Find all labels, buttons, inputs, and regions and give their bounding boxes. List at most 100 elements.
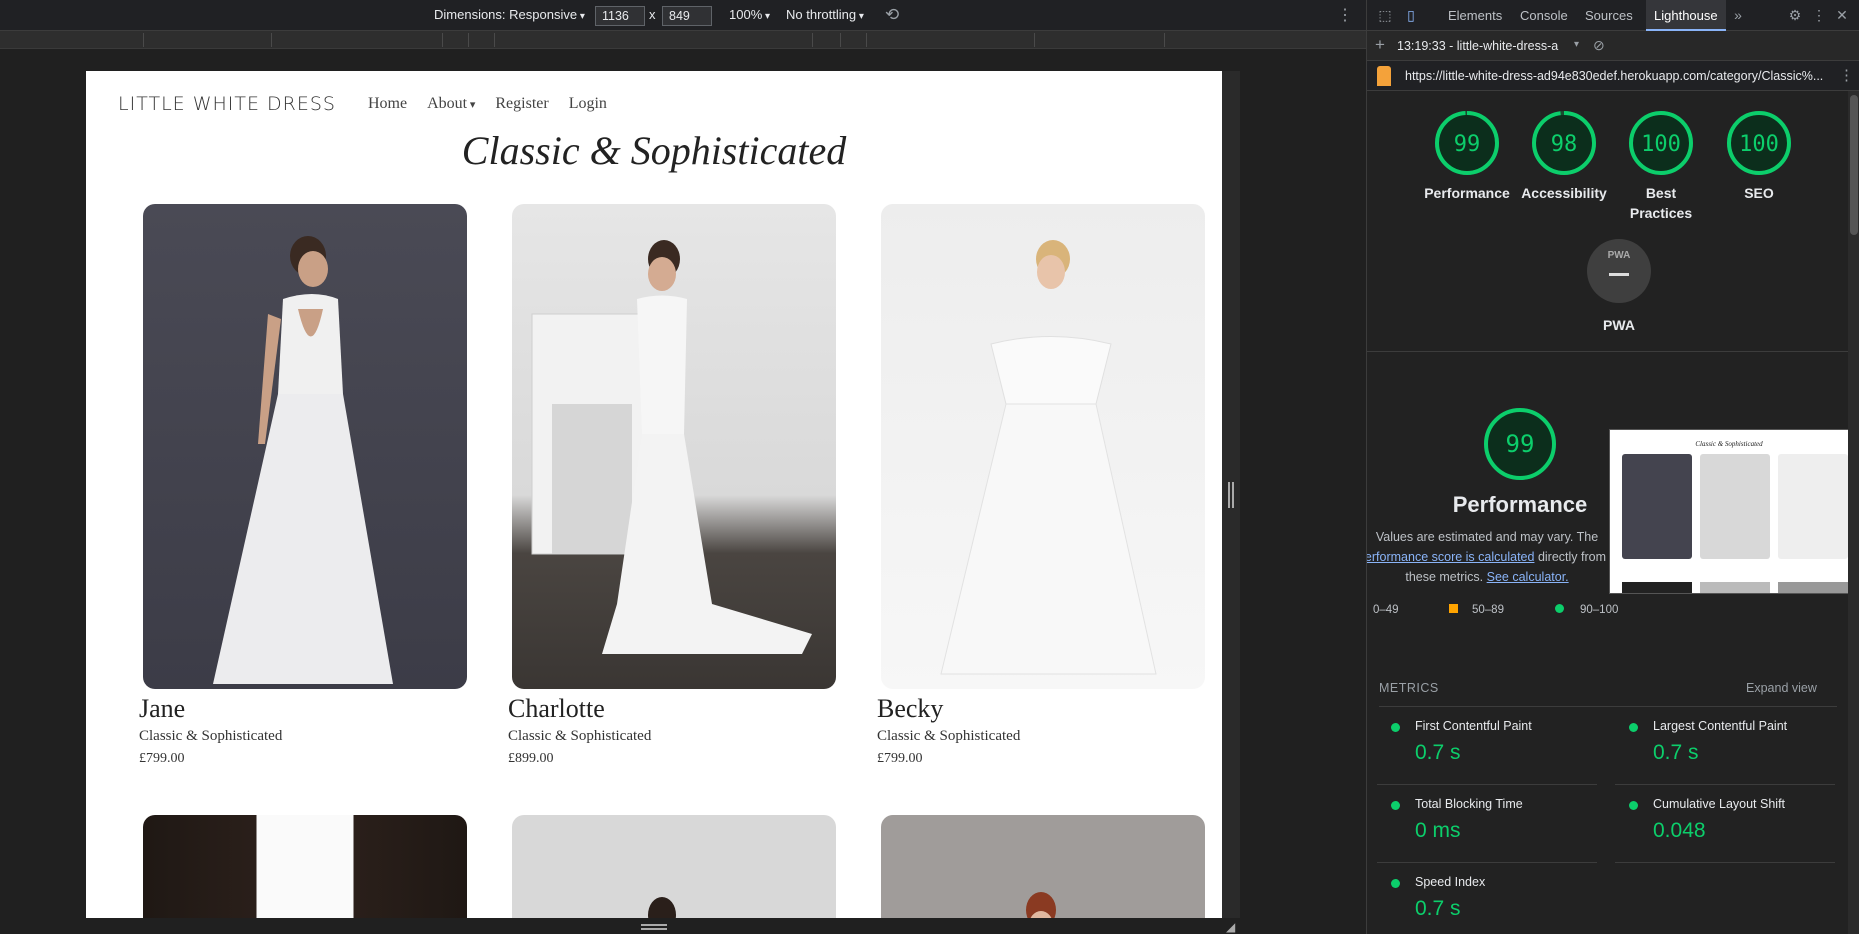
product-category: Classic & Sophisticated xyxy=(139,728,283,744)
site-navbar: LITTLE WHITE DRESS Home About Register L… xyxy=(118,89,607,119)
pass-circle-icon xyxy=(1391,801,1400,810)
score-value: 100 xyxy=(1641,132,1681,157)
average-square-icon xyxy=(1449,604,1458,613)
gauge-label: SEO xyxy=(1744,185,1774,201)
legend-average: 50–89 xyxy=(1449,604,1504,616)
viewport-bottom-resize-handle[interactable] xyxy=(641,924,667,930)
product-price: £799.00 xyxy=(139,751,185,766)
legend-fail: 0–49 xyxy=(1373,604,1399,616)
performance-description: Values are estimated and may vary. The p… xyxy=(1367,527,1607,587)
pwa-badge-icon: PWA xyxy=(1587,239,1651,303)
product-category: Classic & Sophisticated xyxy=(508,728,652,744)
product-image[interactable] xyxy=(512,815,836,918)
devtools-tabbar: ⬚ ▯ Elements Console Sources Lighthouse … xyxy=(1367,0,1859,31)
score-value: 100 xyxy=(1739,132,1779,157)
close-icon[interactable]: ✕ xyxy=(1834,7,1850,23)
height-input[interactable] xyxy=(662,6,712,26)
pass-circle-icon xyxy=(1391,723,1400,732)
legend-pass: 90–100 xyxy=(1555,604,1618,616)
see-calculator-link[interactable]: See calculator. xyxy=(1487,570,1569,584)
pass-circle-icon xyxy=(1391,879,1400,888)
score-value: 99 xyxy=(1454,132,1481,157)
report-url[interactable]: https://little-white-dress-ad94e830edef.… xyxy=(1405,69,1825,83)
more-options-icon[interactable]: ⋮ xyxy=(1337,5,1353,25)
pass-circle-icon xyxy=(1555,604,1564,613)
tab-sources[interactable]: Sources xyxy=(1577,0,1641,31)
lighthouse-logo-icon xyxy=(1377,66,1391,86)
gauge-seo[interactable]: 100 SEO xyxy=(1710,109,1808,203)
product-card[interactable]: Charlotte Classic & Sophisticated £899.0… xyxy=(508,204,836,767)
gauge-best-practices[interactable]: 100 Best Practices xyxy=(1612,109,1710,223)
score-ring: 100 xyxy=(1629,111,1693,175)
final-screenshot-thumbnail[interactable]: Classic & Sophisticated xyxy=(1609,429,1849,594)
metric-speed-index: Speed Index 0.7 s xyxy=(1377,875,1597,921)
devtools-scrollbar[interactable] xyxy=(1848,91,1859,934)
score-calculated-link[interactable]: performance score is calculated xyxy=(1367,550,1534,564)
width-input[interactable] xyxy=(595,6,645,26)
product-image[interactable] xyxy=(143,204,467,689)
lighthouse-report-bar: + 13:19:33 - little-white-dress-a ▾ ⊘ xyxy=(1367,31,1859,61)
new-report-icon[interactable]: + xyxy=(1375,35,1385,55)
pass-circle-icon xyxy=(1629,801,1638,810)
inspect-element-icon[interactable]: ⬚ xyxy=(1377,7,1393,23)
report-selector[interactable]: 13:19:33 - little-white-dress-a xyxy=(1397,39,1558,53)
viewport-resize-handle[interactable] xyxy=(1228,482,1234,508)
device-toolbar-icon[interactable]: ▯ xyxy=(1403,7,1419,23)
product-name[interactable]: Becky xyxy=(877,694,1205,724)
more-options-icon[interactable]: ⋮ xyxy=(1811,7,1827,23)
devtools-panel: ⬚ ▯ Elements Console Sources Lighthouse … xyxy=(1366,0,1859,934)
viewport-corner-resize-handle[interactable]: ◢ xyxy=(1226,920,1240,934)
chevron-down-icon[interactable]: ▾ xyxy=(1574,39,1579,50)
product-image[interactable] xyxy=(512,204,836,689)
nav-about[interactable]: About xyxy=(427,95,475,113)
clear-icon[interactable]: ⊘ xyxy=(1593,37,1605,54)
product-image[interactable] xyxy=(881,204,1205,689)
scrollbar-thumb[interactable] xyxy=(1850,95,1858,235)
gauge-accessibility[interactable]: 98 Accessibility xyxy=(1515,109,1613,203)
dimensions-dropdown[interactable]: Dimensions: Responsive xyxy=(434,7,585,22)
lighthouse-report: 99 Performance 98 Accessibility 100 Best Prac… xyxy=(1367,91,1859,934)
settings-icon[interactable]: ⚙ xyxy=(1787,7,1803,23)
nav-login[interactable]: Login xyxy=(569,95,607,113)
more-tabs-icon[interactable]: » xyxy=(1730,7,1746,23)
product-image[interactable] xyxy=(143,815,467,918)
metric-cls: Cumulative Layout Shift 0.048 xyxy=(1615,797,1835,843)
performance-gauge-ring: 99 xyxy=(1484,408,1556,480)
product-card[interactable]: Becky Classic & Sophisticated £799.00 xyxy=(877,204,1205,767)
pwa-gauge[interactable]: PWA PWA xyxy=(1564,239,1674,335)
nav-home[interactable]: Home xyxy=(368,95,407,113)
score-value: 98 xyxy=(1551,132,1578,157)
gauge-performance[interactable]: 99 Performance xyxy=(1418,109,1516,203)
product-name[interactable]: Jane xyxy=(139,694,467,724)
emulated-page: LITTLE WHITE DRESS Home About Register L… xyxy=(86,71,1222,918)
brand-logo[interactable]: LITTLE WHITE DRESS xyxy=(118,93,336,115)
performance-summary-gauge: 99 Performance xyxy=(1440,406,1600,518)
pwa-badge-text: PWA xyxy=(1607,250,1631,261)
performance-title: Performance xyxy=(1452,492,1588,517)
gauge-label: Performance xyxy=(1424,185,1510,201)
svg-text:99: 99 xyxy=(1506,430,1535,458)
score-ring: 99 xyxy=(1435,111,1499,175)
tab-console[interactable]: Console xyxy=(1512,0,1576,31)
score-ring: 98 xyxy=(1532,111,1596,175)
product-price: £799.00 xyxy=(877,751,923,766)
nav-register[interactable]: Register xyxy=(495,95,548,113)
metrics-heading: METRICS xyxy=(1379,681,1439,695)
rotate-icon[interactable]: ⟲ xyxy=(885,5,899,25)
zoom-dropdown[interactable]: 100% xyxy=(729,7,770,22)
metric-fcp: First Contentful Paint 0.7 s xyxy=(1377,719,1597,765)
metric-lcp: Largest Contentful Paint 0.7 s xyxy=(1615,719,1835,765)
url-menu-icon[interactable]: ⋮ xyxy=(1839,66,1854,84)
throttling-dropdown[interactable]: No throttling xyxy=(786,7,864,22)
tab-lighthouse[interactable]: Lighthouse xyxy=(1646,0,1726,31)
tab-elements[interactable]: Elements xyxy=(1440,0,1510,31)
product-card[interactable]: Jane Classic & Sophisticated £799.00 xyxy=(139,204,467,767)
product-name[interactable]: Charlotte xyxy=(508,694,836,724)
gauge-label: Accessibility xyxy=(1521,185,1607,201)
expand-view-toggle[interactable]: Expand view xyxy=(1746,681,1817,695)
lighthouse-url-bar: https://little-white-dress-ad94e830edef.… xyxy=(1367,61,1859,91)
gauge-label: Best Practices xyxy=(1629,185,1693,221)
media-query-bar[interactable] xyxy=(0,31,1366,49)
product-image[interactable] xyxy=(881,815,1205,918)
metric-tbt: Total Blocking Time 0 ms xyxy=(1377,797,1597,843)
